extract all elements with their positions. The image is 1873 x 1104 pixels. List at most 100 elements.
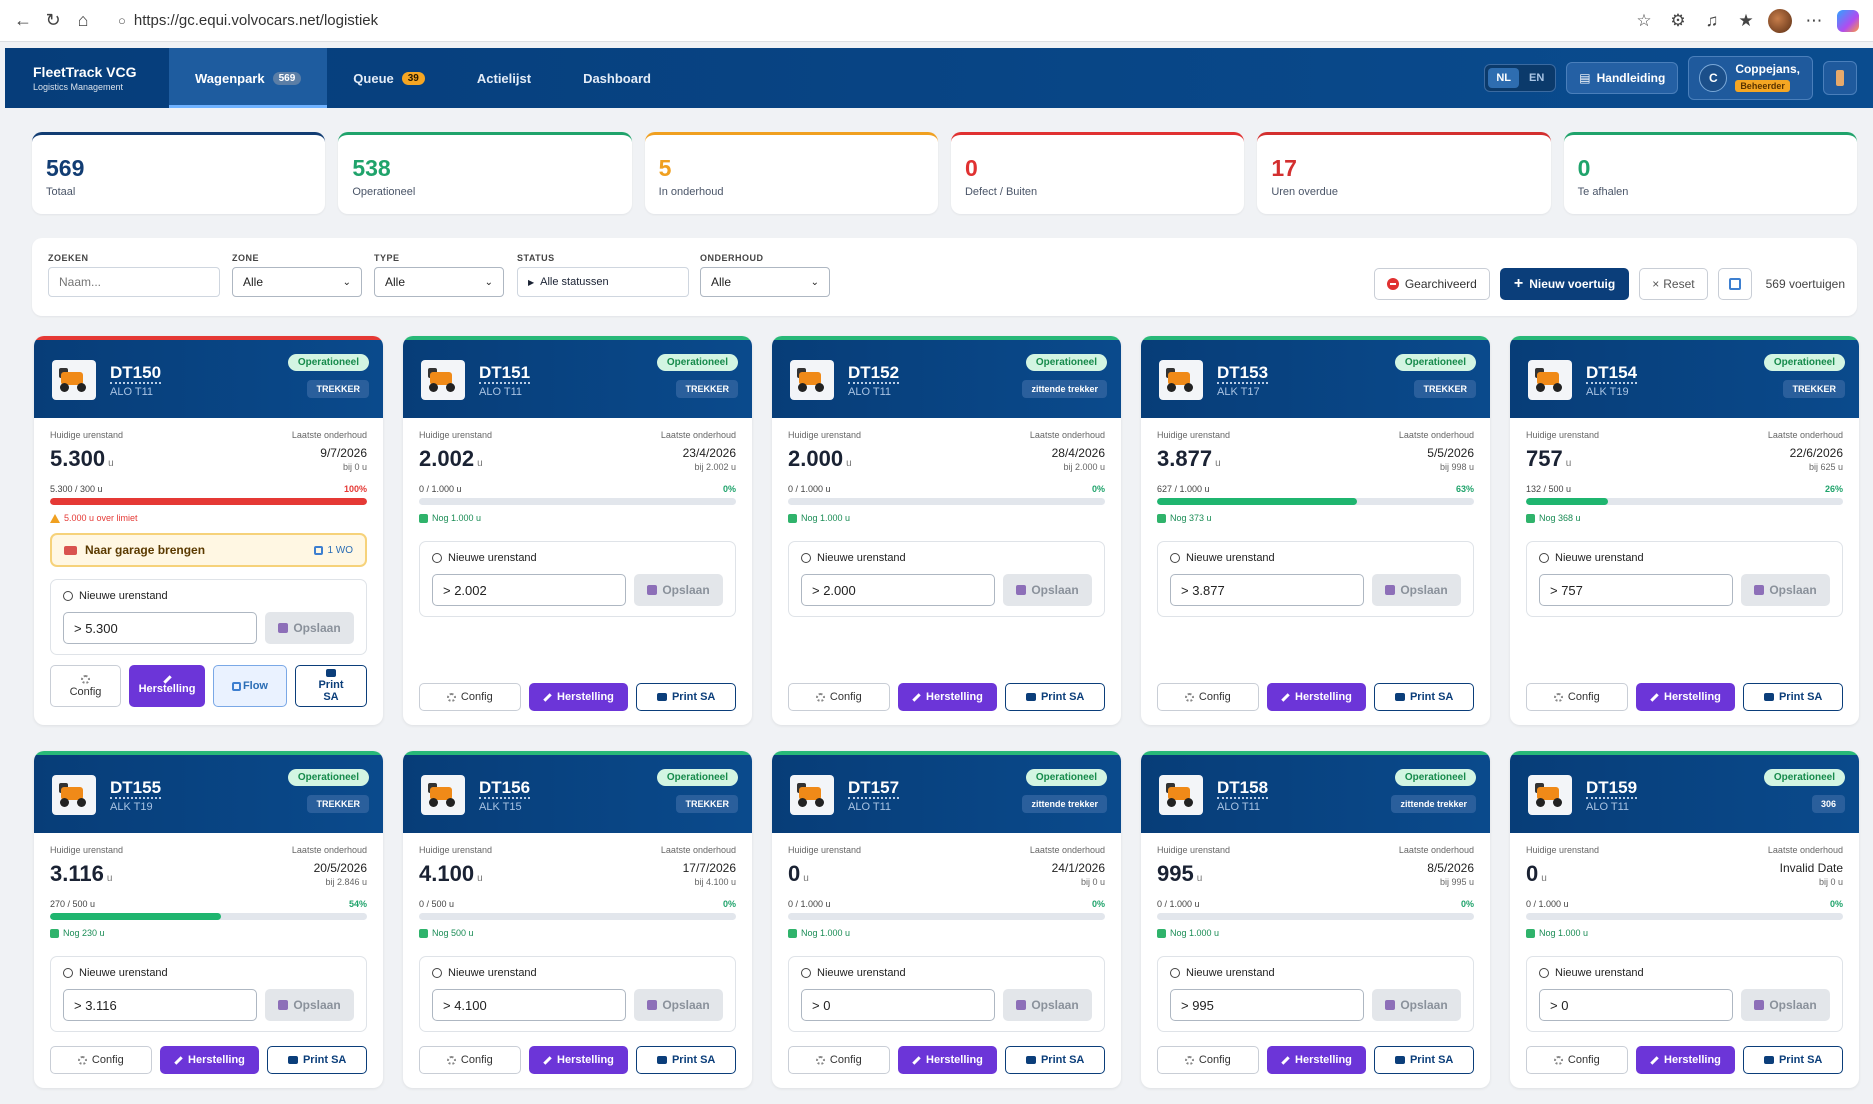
- vehicle-name[interactable]: DT150: [110, 364, 162, 384]
- export-button[interactable]: [1717, 268, 1752, 300]
- tab-wagenpark[interactable]: Wagenpark 569: [169, 48, 328, 108]
- print-sa-button[interactable]: Print SA: [1374, 683, 1474, 711]
- vehicle-name[interactable]: DT153: [1217, 364, 1269, 384]
- lang-nl-button[interactable]: NL: [1488, 68, 1520, 88]
- logout-button[interactable]: [1823, 61, 1857, 95]
- search-input[interactable]: [48, 267, 220, 297]
- new-hours-input[interactable]: [1539, 574, 1733, 606]
- save-label: Opslaan: [293, 621, 341, 635]
- new-vehicle-button[interactable]: + Nieuw voertuig: [1499, 268, 1630, 300]
- new-hours-input[interactable]: [801, 989, 995, 1021]
- save-button[interactable]: Opslaan: [634, 989, 723, 1021]
- vehicle-name[interactable]: DT157: [848, 779, 900, 799]
- tab-actielijst[interactable]: Actielijst: [451, 48, 557, 108]
- media-icon[interactable]: ♫: [1695, 6, 1729, 36]
- flow-button[interactable]: Flow: [212, 665, 287, 707]
- repair-button[interactable]: Herstelling: [528, 683, 629, 711]
- new-hours-input[interactable]: [1539, 989, 1733, 1021]
- vehicle-name[interactable]: DT156: [479, 779, 531, 799]
- search-group: ZOEKEN: [48, 253, 220, 297]
- save-button[interactable]: Opslaan: [634, 574, 723, 606]
- garage-banner[interactable]: Naar garage brengen 1 WO: [50, 533, 367, 567]
- zone-select[interactable]: Alle ⌄: [232, 267, 362, 297]
- vehicle-name[interactable]: DT152: [848, 364, 900, 384]
- vehicle-name[interactable]: DT158: [1217, 779, 1269, 799]
- vehicle-name[interactable]: DT159: [1586, 779, 1638, 799]
- new-hours-input[interactable]: [63, 612, 257, 644]
- config-button[interactable]: Config: [50, 1046, 152, 1074]
- manual-button[interactable]: ▤ Handleiding: [1566, 62, 1679, 94]
- site-info-icon[interactable]: ○: [118, 13, 126, 28]
- repair-button[interactable]: Herstelling: [129, 665, 205, 707]
- config-button[interactable]: Config: [1526, 1046, 1628, 1074]
- config-button[interactable]: Config: [788, 683, 890, 711]
- config-button[interactable]: Config: [419, 683, 521, 711]
- save-button[interactable]: Opslaan: [1741, 574, 1830, 606]
- print-sa-button[interactable]: Print SA: [1374, 1046, 1474, 1074]
- config-button[interactable]: Config: [1157, 683, 1259, 711]
- repair-button[interactable]: Herstelling: [1266, 683, 1367, 711]
- config-button[interactable]: Config: [419, 1046, 521, 1074]
- close-icon: ×: [1652, 277, 1660, 291]
- print-sa-button[interactable]: Print SA: [1743, 1046, 1843, 1074]
- config-button[interactable]: Config: [50, 665, 122, 707]
- config-button[interactable]: Config: [788, 1046, 890, 1074]
- new-hours-input[interactable]: [801, 574, 995, 606]
- new-hours-input[interactable]: [63, 989, 257, 1021]
- zone-label: ZONE: [232, 253, 260, 263]
- print-sa-button[interactable]: Print SA: [1005, 683, 1105, 711]
- save-button[interactable]: Opslaan: [265, 612, 354, 644]
- tab-dashboard[interactable]: Dashboard: [557, 48, 677, 108]
- new-hours-input[interactable]: [1170, 989, 1364, 1021]
- favorites-icon[interactable]: ★: [1729, 6, 1763, 36]
- chevron-down-icon: ⌄: [342, 276, 351, 288]
- save-button[interactable]: Opslaan: [265, 989, 354, 1021]
- print-sa-button[interactable]: Print SA: [1005, 1046, 1105, 1074]
- print-sa-button[interactable]: Print SA: [1743, 683, 1843, 711]
- save-button[interactable]: Opslaan: [1372, 574, 1461, 606]
- reset-button[interactable]: × Reset: [1639, 268, 1708, 300]
- archived-button[interactable]: Gearchiveerd: [1373, 268, 1490, 300]
- status-group: STATUS ▶ Alle statussen: [517, 253, 689, 297]
- back-icon[interactable]: ←: [8, 6, 38, 36]
- save-button[interactable]: Opslaan: [1741, 989, 1830, 1021]
- vehicle-name[interactable]: DT154: [1586, 364, 1638, 384]
- minus-circle-icon: [1386, 278, 1399, 290]
- type-select[interactable]: Alle ⌄: [374, 267, 504, 297]
- repair-button[interactable]: Herstelling: [897, 1046, 998, 1074]
- vehicle-name[interactable]: DT155: [110, 779, 162, 799]
- print-sa-button[interactable]: Print SA: [267, 1046, 367, 1074]
- print-sa-button[interactable]: Print SA: [636, 683, 736, 711]
- more-menu-icon[interactable]: ⋯: [1797, 6, 1831, 36]
- new-hours-input[interactable]: [432, 989, 626, 1021]
- print-sa-button[interactable]: Print SA: [636, 1046, 736, 1074]
- vehicle-name[interactable]: DT151: [479, 364, 531, 384]
- config-button[interactable]: Config: [1157, 1046, 1259, 1074]
- repair-button[interactable]: Herstelling: [1266, 1046, 1367, 1074]
- status-select[interactable]: ▶ Alle statussen: [517, 267, 689, 297]
- new-hours-input[interactable]: [432, 574, 626, 606]
- repair-button[interactable]: Herstelling: [1635, 1046, 1736, 1074]
- address-bar[interactable]: ○ https://gc.equi.volvocars.net/logistie…: [108, 5, 1617, 36]
- repair-button[interactable]: Herstelling: [159, 1046, 260, 1074]
- config-button[interactable]: Config: [1526, 683, 1628, 711]
- profile-avatar[interactable]: [1763, 6, 1797, 36]
- reload-icon[interactable]: ↻: [38, 6, 68, 36]
- home-icon[interactable]: ⌂: [68, 6, 98, 36]
- new-hours-input[interactable]: [1170, 574, 1364, 606]
- user-menu[interactable]: C Coppejans, Beheerder: [1688, 56, 1813, 100]
- repair-label: Herstelling: [1295, 691, 1352, 703]
- save-button[interactable]: Opslaan: [1003, 989, 1092, 1021]
- repair-button[interactable]: Herstelling: [897, 683, 998, 711]
- tab-queue[interactable]: Queue 39: [327, 48, 451, 108]
- repair-button[interactable]: Herstelling: [1635, 683, 1736, 711]
- maintenance-select[interactable]: Alle ⌄: [700, 267, 830, 297]
- save-button[interactable]: Opslaan: [1372, 989, 1461, 1021]
- print-sa-button[interactable]: Print SA: [294, 665, 367, 707]
- extensions-icon[interactable]: ⚙: [1661, 6, 1695, 36]
- save-button[interactable]: Opslaan: [1003, 574, 1092, 606]
- favorite-star-icon[interactable]: ☆: [1627, 6, 1661, 36]
- copilot-icon[interactable]: [1831, 6, 1865, 36]
- repair-button[interactable]: Herstelling: [528, 1046, 629, 1074]
- lang-en-button[interactable]: EN: [1521, 68, 1552, 88]
